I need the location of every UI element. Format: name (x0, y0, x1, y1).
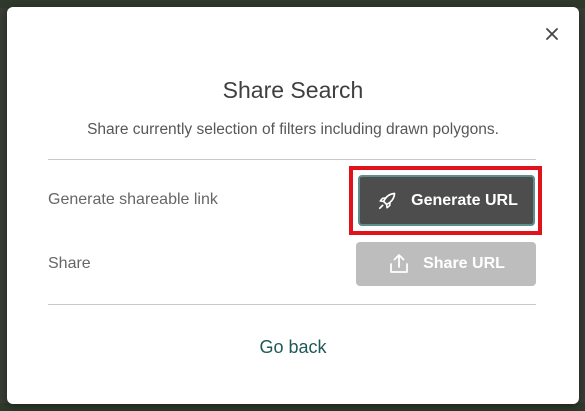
dialog-title: Share Search (222, 77, 364, 103)
backdrop-bottom (0, 403, 585, 411)
share-label: Share (48, 255, 91, 272)
share-url-label: Share URL (423, 255, 505, 272)
rocket-icon (379, 192, 396, 209)
top-divider (48, 159, 536, 160)
close-icon (546, 28, 558, 40)
generate-link-label: Generate shareable link (48, 191, 218, 208)
go-back-link[interactable]: Go back (7, 337, 579, 358)
share-upload-icon (390, 254, 408, 273)
close-button[interactable] (543, 25, 561, 43)
generate-url-label: Generate URL (411, 191, 518, 209)
bottom-divider (48, 304, 536, 305)
generate-url-button[interactable]: Generate URL (358, 175, 535, 226)
share-url-button[interactable]: Share URL (356, 242, 536, 286)
share-search-dialog: Share Search Share currently selection o… (7, 7, 579, 404)
dialog-description: Share currently selection of filters inc… (87, 121, 499, 138)
